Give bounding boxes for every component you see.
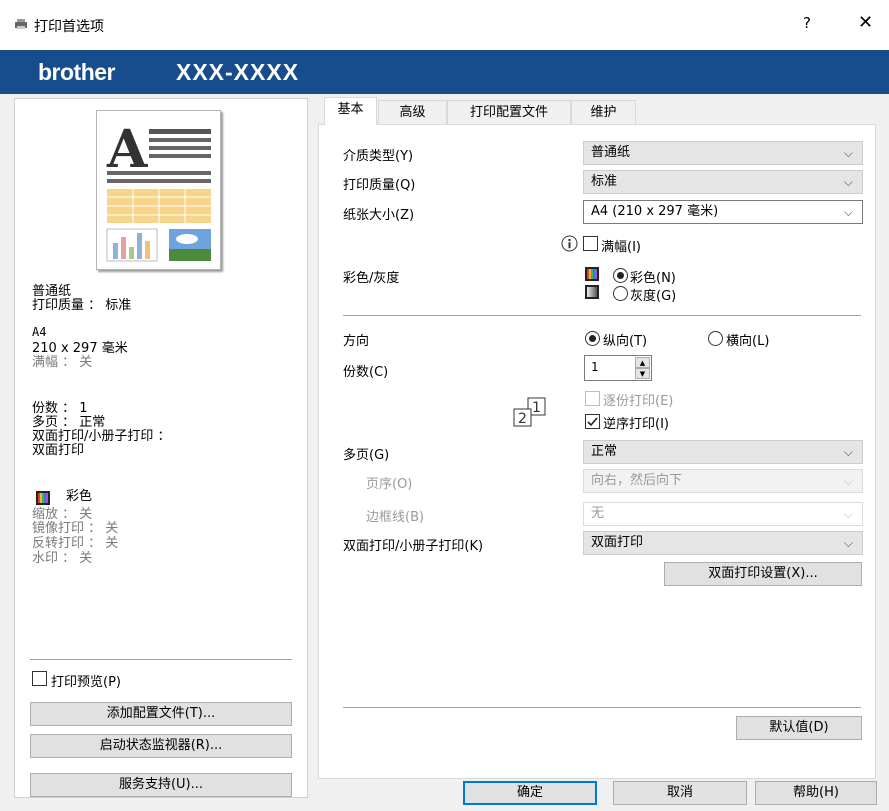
page-order-label: 页序(O) [366, 477, 413, 492]
bottom-separator [343, 707, 861, 708]
duplex-select[interactable]: 双面打印 ⌵ [583, 531, 863, 555]
summary-reverse: 反转打印 ： 关 [32, 536, 119, 551]
collate-label: 逐份打印(E) [603, 394, 674, 409]
close-icon[interactable]: ✕ [858, 12, 873, 33]
orientation-label: 方向 [343, 334, 370, 349]
tab-advanced[interactable]: 高级 [378, 100, 447, 125]
checkmark-icon [587, 417, 598, 427]
summary-quality: 打印质量 ： 标准 [32, 298, 132, 313]
summary-watermark: 水印 ： 关 [32, 551, 93, 566]
print-quality-label: 打印质量(Q) [343, 178, 416, 193]
page-preview: A [96, 110, 221, 270]
info-icon[interactable] [561, 235, 578, 252]
print-quality-select[interactable]: 标准 ⌵ [583, 170, 863, 194]
border-line-label: 边框线(B) [366, 510, 425, 525]
multipage-value: 正常 [591, 444, 618, 459]
increment-icon[interactable]: ▲ [635, 357, 650, 368]
paper-size-label: 纸张大小(Z) [343, 208, 415, 223]
status-monitor-button[interactable]: 启动状态监视器(R)... [30, 734, 292, 758]
color-option-label: 彩色(N) [630, 271, 676, 286]
summary-duplex-value: 双面打印 [32, 443, 85, 458]
summary-media: 普通纸 [32, 284, 72, 299]
color-mode-label: 彩色/灰度 [343, 271, 400, 286]
svg-text:A: A [106, 119, 148, 180]
summary-color: 彩色 [66, 489, 93, 504]
chevron-down-icon: ⌵ [843, 474, 853, 488]
help-button[interactable]: 帮助(H) [755, 781, 877, 805]
brand-logo: brother [38, 59, 116, 85]
copies-label: 份数(C) [343, 365, 389, 380]
help-icon[interactable]: ? [803, 14, 811, 32]
page-order-icon: 1 2 [513, 397, 546, 427]
paper-size-value: A4 (210 x 297 毫米) [591, 204, 719, 219]
borderless-checkbox[interactable] [583, 236, 598, 251]
media-type-select[interactable]: 普通纸 ⌵ [583, 141, 863, 165]
color-icon [36, 491, 50, 505]
border-line-select[interactable]: 无 ⌵ [583, 502, 863, 526]
add-profile-button[interactable]: 添加配置文件(T)... [30, 702, 292, 726]
page-order-select[interactable]: 向右，然后向下 ⌵ [583, 469, 863, 493]
print-preview-checkbox[interactable] [32, 671, 47, 686]
support-button[interactable]: 服务支持(U)... [30, 773, 292, 797]
decrement-icon[interactable]: ▼ [635, 368, 650, 379]
grayscale-radio[interactable] [613, 286, 628, 301]
page-preview-illustration: A [106, 119, 211, 262]
copies-stepper[interactable]: 1 ▲ ▼ [584, 355, 652, 381]
duplex-value: 双面打印 [591, 535, 644, 550]
landscape-radio[interactable] [708, 331, 723, 346]
window-title: 打印首选项 [34, 19, 104, 35]
print-preview-label: 打印预览(P) [51, 675, 121, 690]
svg-text:1: 1 [532, 400, 541, 416]
page-order-value: 向右，然后向下 [591, 473, 683, 488]
portrait-radio[interactable] [585, 331, 600, 346]
summary-scale: 缩放 ： 关 [32, 507, 93, 522]
media-type-value: 普通纸 [591, 145, 631, 160]
chevron-down-icon: ⌵ [843, 507, 853, 521]
color-icon [585, 267, 599, 281]
summary-paper: A4 [32, 325, 47, 339]
printer-icon [15, 19, 27, 29]
left-separator [30, 659, 292, 660]
summary-size: 210 x 297 毫米 [32, 341, 128, 356]
paper-size-select[interactable]: A4 (210 x 297 毫米) ⌵ [583, 200, 863, 224]
duplex-settings-button[interactable]: 双面打印设置(X)... [664, 562, 862, 586]
color-radio[interactable] [613, 268, 628, 283]
summary-mirror: 镜像打印 ： 关 [32, 521, 119, 536]
tab-maintenance[interactable]: 维护 [571, 100, 636, 125]
defaults-button[interactable]: 默认值(D) [736, 716, 862, 740]
brand-bar: brother XXX-XXXX [0, 50, 889, 94]
copies-value: 1 [591, 360, 599, 374]
border-line-value: 无 [591, 506, 605, 521]
title-bar: 打印首选项 ? ✕ [0, 0, 889, 50]
duplex-label: 双面打印/小册子打印(K) [343, 539, 484, 554]
summary-multipage: 多页 ： 正常 [32, 415, 106, 430]
portrait-label: 纵向(T) [603, 334, 648, 349]
summary-copies: 份数 ： 1 [32, 401, 88, 416]
summary-borderless: 满幅 ： 关 [32, 355, 93, 370]
grayscale-option-label: 灰度(G) [630, 289, 677, 304]
chevron-down-icon: ⌵ [843, 536, 853, 550]
chevron-down-icon: ⌵ [843, 205, 853, 219]
section-separator [343, 315, 861, 316]
model-name: XXX-XXXX [176, 59, 300, 85]
chevron-down-icon: ⌵ [843, 175, 853, 189]
multipage-select[interactable]: 正常 ⌵ [583, 440, 863, 464]
reverse-order-label: 逆序打印(I) [603, 417, 669, 432]
summary-duplex-label: 双面打印/小册子打印 ： [32, 429, 171, 444]
collate-checkbox[interactable] [585, 391, 600, 406]
tab-print-profiles[interactable]: 打印配置文件 [447, 100, 571, 125]
svg-text:2: 2 [518, 411, 527, 427]
borderless-label: 满幅(I) [601, 240, 641, 255]
reverse-order-checkbox[interactable] [585, 414, 600, 429]
landscape-label: 横向(L) [726, 334, 770, 349]
ok-button[interactable]: 确定 [463, 781, 597, 805]
cancel-button[interactable]: 取消 [613, 781, 747, 805]
tab-basic[interactable]: 基本 [324, 97, 377, 125]
media-type-label: 介质类型(Y) [343, 149, 414, 164]
print-quality-value: 标准 [591, 174, 618, 189]
grayscale-icon [585, 285, 599, 299]
multipage-label: 多页(G) [343, 448, 390, 463]
chevron-down-icon: ⌵ [843, 146, 853, 160]
chevron-down-icon: ⌵ [843, 445, 853, 459]
